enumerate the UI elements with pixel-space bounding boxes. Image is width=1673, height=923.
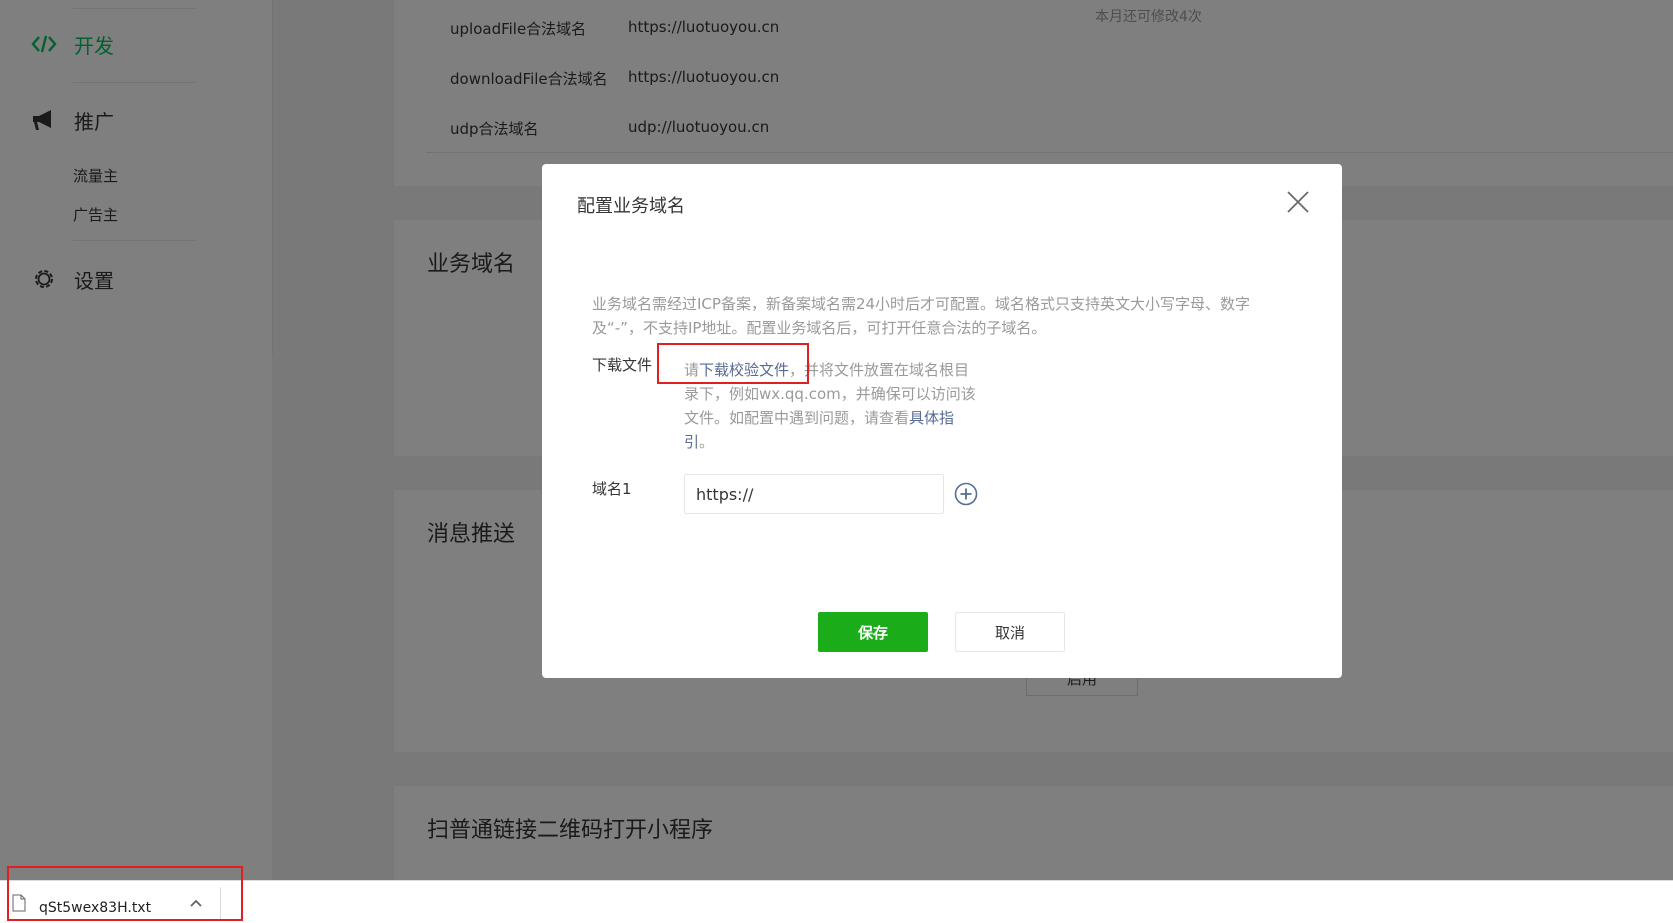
download-file-label: 下载文件 xyxy=(592,356,653,374)
download-verify-file-link[interactable]: 下载校验文件 xyxy=(699,361,789,379)
domain-1-label: 域名1 xyxy=(592,480,632,498)
config-business-domain-dialog: 配置业务域名 业务域名需经过ICP备案，新备案域名需24小时后才可配置。域名格式… xyxy=(542,164,1342,678)
downloaded-filename[interactable]: qSt5wex83H.txt xyxy=(39,900,151,916)
dialog-description: 业务域名需经过ICP备案，新备案域名需24小时后才可配置。域名格式只支持英文大小… xyxy=(592,295,1251,337)
download-item-divider xyxy=(220,887,221,919)
download-prefix: 请 xyxy=(684,361,700,379)
download-suffix: 。 xyxy=(699,433,715,451)
download-bar: qSt5wex83H.txt xyxy=(0,880,1673,923)
domain-1-input[interactable] xyxy=(684,474,944,514)
save-button[interactable]: 保存 xyxy=(818,612,928,652)
close-icon[interactable] xyxy=(1286,190,1310,214)
cancel-button[interactable]: 取消 xyxy=(955,612,1065,652)
chevron-up-icon[interactable] xyxy=(188,895,204,911)
download-instructions: 请下载校验文件，并将文件放置在域名根目录下，例如wx.qq.com，并确保可以访… xyxy=(684,358,980,454)
dialog-title: 配置业务域名 xyxy=(577,196,685,217)
add-domain-icon[interactable] xyxy=(954,482,978,506)
file-icon xyxy=(12,894,26,912)
